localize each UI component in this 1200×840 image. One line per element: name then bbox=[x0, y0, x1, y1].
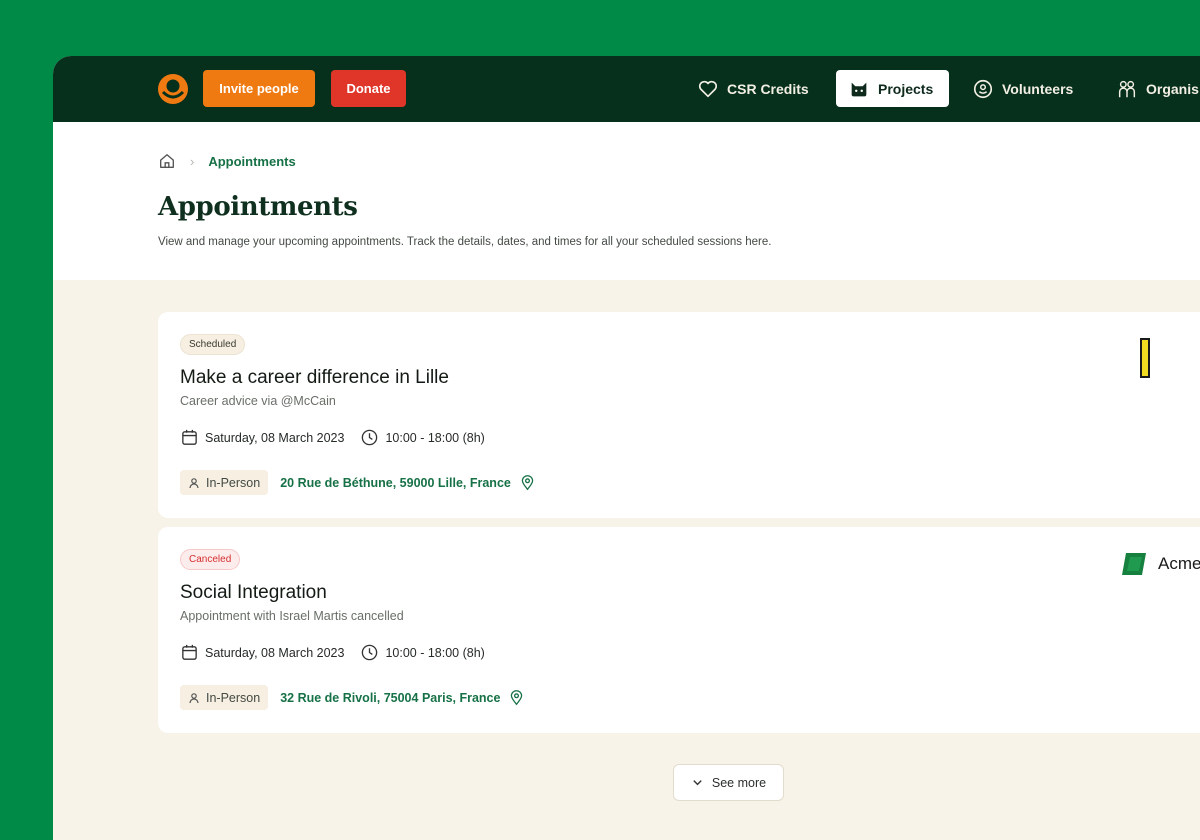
nav-organisations[interactable]: Organis bbox=[1104, 70, 1200, 107]
nav-volunteers-label: Volunteers bbox=[1002, 80, 1074, 97]
status-badge: Scheduled bbox=[180, 334, 246, 355]
appointment-address-link[interactable]: 20 Rue de Béthune, 59000 Lille, France bbox=[280, 474, 536, 491]
person-icon bbox=[189, 692, 199, 703]
appointment-time: 10:00 - 18:00 (8h) bbox=[385, 430, 485, 445]
status-badge: Canceled bbox=[180, 549, 241, 570]
nav-csr-credits-label: CSR Credits bbox=[727, 80, 809, 97]
donate-button[interactable]: Donate bbox=[331, 70, 406, 107]
appointment-type-label: In-Person bbox=[206, 690, 261, 705]
appointment-card[interactable]: Canceled Social Integration Appointment … bbox=[158, 527, 1200, 733]
person-icon bbox=[189, 477, 199, 488]
nav-volunteers[interactable]: Volunteers bbox=[960, 70, 1085, 107]
breadcrumb-current[interactable]: Appointments bbox=[208, 154, 295, 169]
appointment-date: Saturday, 08 March 2023 bbox=[205, 430, 345, 445]
map-pin-icon bbox=[511, 690, 523, 706]
nav-projects[interactable]: Projects bbox=[836, 70, 949, 107]
home-icon[interactable] bbox=[158, 152, 176, 170]
chevron-down-icon bbox=[693, 780, 702, 786]
clock-icon bbox=[362, 644, 378, 661]
top-navigation: Invite people Donate CSR Credits Project… bbox=[53, 56, 1200, 122]
appointment-type-chip: In-Person bbox=[180, 685, 269, 710]
appointment-location: In-Person 32 Rue de Rivoli, 75004 Paris,… bbox=[180, 685, 525, 710]
see-more-label: See more bbox=[711, 775, 767, 790]
organisation-name: Acme bbox=[1158, 554, 1200, 573]
appointment-address: 20 Rue de Béthune, 59000 Lille, France bbox=[280, 475, 511, 490]
appointment-subtitle: Career advice via @McCain bbox=[180, 394, 336, 408]
breadcrumb: › Appointments bbox=[158, 152, 296, 170]
heart-icon bbox=[698, 80, 718, 97]
smile-icon bbox=[973, 79, 993, 98]
organisation-logo bbox=[1140, 338, 1150, 378]
appointment-title: Social Integration bbox=[180, 582, 327, 603]
clock-icon bbox=[362, 429, 378, 446]
appointment-address-link[interactable]: 32 Rue de Rivoli, 75004 Paris, France bbox=[280, 689, 525, 706]
brand-logo-icon[interactable] bbox=[156, 72, 190, 106]
calendar-icon bbox=[182, 644, 197, 660]
chevron-right-icon: › bbox=[190, 153, 195, 169]
see-more-button[interactable]: See more bbox=[673, 764, 784, 801]
appointment-datetime: Saturday, 08 March 2023 10:00 - 18:00 (8… bbox=[180, 643, 501, 662]
page-description: View and manage your upcoming appointmen… bbox=[158, 236, 772, 248]
appointment-datetime: Saturday, 08 March 2023 10:00 - 18:00 (8… bbox=[180, 428, 501, 447]
app-window: Invite people Donate CSR Credits Project… bbox=[53, 56, 1200, 840]
people-icon bbox=[1118, 80, 1136, 97]
appointments-list: Scheduled Make a career difference in Li… bbox=[53, 280, 1200, 840]
cat-icon bbox=[851, 82, 867, 96]
appointment-address: 32 Rue de Rivoli, 75004 Paris, France bbox=[280, 690, 501, 705]
nav-projects-label: Projects bbox=[878, 80, 934, 97]
page-header: › Appointments Appointments View and man… bbox=[53, 122, 1200, 280]
appointment-time: 10:00 - 18:00 (8h) bbox=[385, 645, 485, 660]
nav-organisations-label: Organis bbox=[1146, 80, 1199, 97]
calendar-icon bbox=[182, 429, 197, 445]
appointment-type-chip: In-Person bbox=[180, 470, 269, 495]
invite-people-button[interactable]: Invite people bbox=[203, 70, 315, 107]
acme-logo-icon bbox=[1122, 553, 1146, 575]
organisation: Acme bbox=[1120, 549, 1200, 579]
appointment-date: Saturday, 08 March 2023 bbox=[205, 645, 345, 660]
appointment-card[interactable]: Scheduled Make a career difference in Li… bbox=[158, 312, 1200, 518]
appointment-title: Make a career difference in Lille bbox=[180, 367, 449, 388]
appointment-location: In-Person 20 Rue de Béthune, 59000 Lille… bbox=[180, 470, 536, 495]
nav-csr-credits[interactable]: CSR Credits bbox=[685, 70, 821, 107]
page-title: Appointments bbox=[158, 192, 358, 222]
map-pin-icon bbox=[521, 475, 534, 491]
appointment-type-label: In-Person bbox=[206, 475, 261, 490]
appointment-subtitle: Appointment with Israel Martis cancelled bbox=[180, 609, 404, 623]
